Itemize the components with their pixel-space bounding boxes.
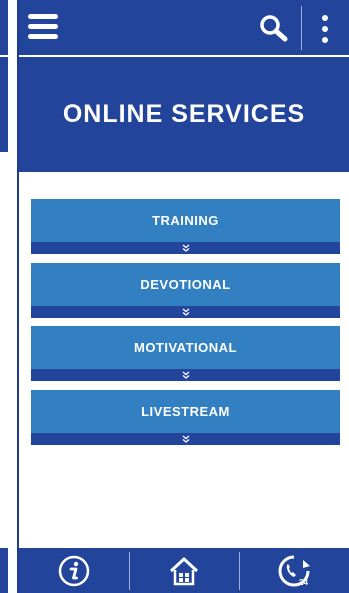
service-button-training[interactable]: TRAINING (31, 199, 340, 254)
background-header-band (0, 57, 8, 152)
hamburger-icon (28, 14, 58, 19)
double-chevron-down-icon (182, 435, 189, 443)
background-app-edge (0, 0, 19, 593)
service-label: DEVOTIONAL (31, 263, 340, 306)
more-vertical-icon-dot (322, 37, 328, 43)
hamburger-icon-line (28, 24, 58, 29)
expand-strip[interactable] (31, 306, 340, 318)
info-icon (58, 555, 90, 586)
service-label: TRAINING (31, 199, 340, 242)
page-header: ONLINE SERVICES (19, 57, 349, 172)
home-icon (169, 557, 199, 585)
service-label: MOTIVATIONAL (31, 326, 340, 369)
more-options-button[interactable] (317, 15, 333, 45)
double-chevron-down-icon (182, 371, 189, 379)
info-button[interactable] (19, 548, 129, 593)
background-bottombar (0, 548, 8, 593)
page-title: ONLINE SERVICES (62, 100, 306, 128)
search-icon (260, 15, 288, 42)
app-screen: ONLINE SERVICES TRAINING DEVOTIONAL MOTI… (19, 0, 349, 593)
service-label: LIVESTREAM (31, 390, 340, 433)
support-24-button[interactable]: 24 (239, 548, 349, 593)
support-badge: 24 (299, 578, 308, 587)
bottom-nav-bar: 24 (19, 548, 349, 593)
background-topbar (0, 0, 8, 55)
top-app-bar (19, 0, 349, 55)
more-vertical-icon (322, 15, 328, 21)
service-button-livestream[interactable]: LIVESTREAM (31, 390, 340, 445)
support-24-icon: 24 (278, 555, 310, 587)
search-button[interactable] (259, 14, 289, 42)
double-chevron-down-icon (182, 244, 189, 252)
expand-strip[interactable] (31, 369, 340, 381)
home-button[interactable] (129, 548, 239, 593)
menu-button[interactable] (28, 14, 58, 40)
service-button-motivational[interactable]: MOTIVATIONAL (31, 326, 340, 381)
expand-strip[interactable] (31, 433, 340, 445)
double-chevron-down-icon (182, 308, 189, 316)
service-button-devotional[interactable]: DEVOTIONAL (31, 263, 340, 318)
expand-strip[interactable] (31, 242, 340, 254)
hamburger-icon-line (28, 34, 58, 39)
more-vertical-icon-dot (322, 26, 328, 32)
toolbar-divider (301, 6, 302, 50)
